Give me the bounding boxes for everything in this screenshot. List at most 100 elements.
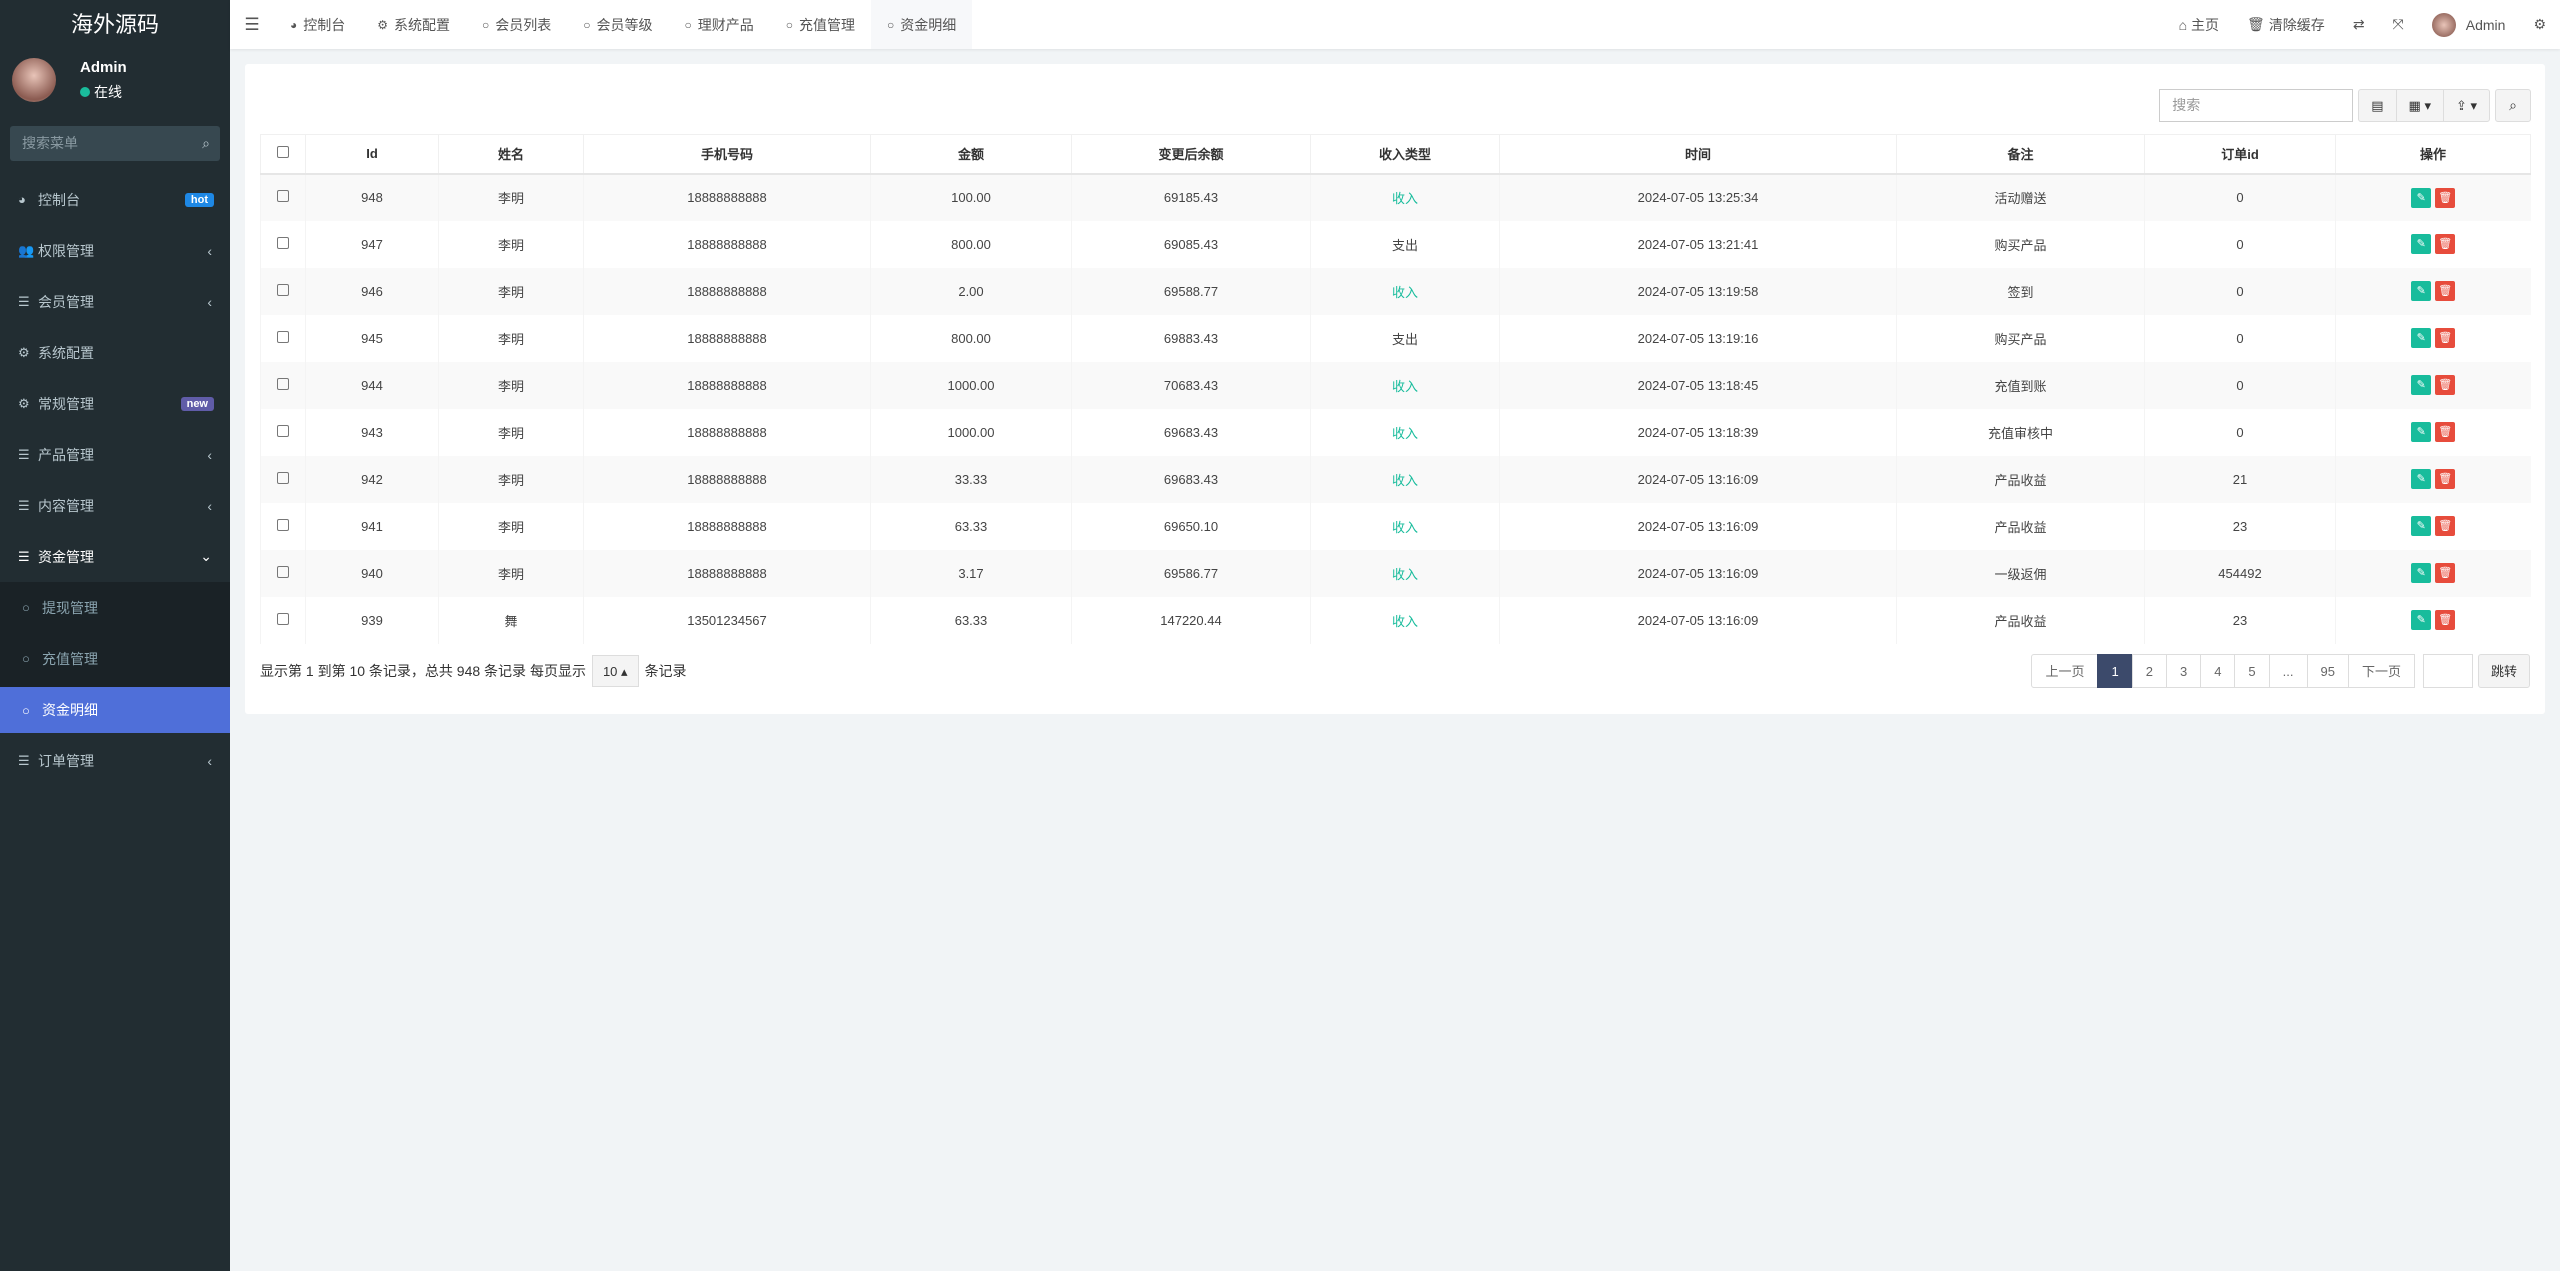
next-page-button[interactable]: 下一页 (2347, 654, 2415, 688)
fullscreen-icon[interactable]: ⤧ (2379, 16, 2418, 33)
column-header[interactable]: Id (305, 134, 439, 175)
table-search-input[interactable]: 搜索 (2159, 89, 2354, 122)
export-dropdown-icon[interactable]: ⇪ ▾ (2444, 90, 2489, 121)
delete-button[interactable]: 🗑 (2435, 375, 2456, 395)
menu-search-input[interactable]: 搜索菜单 ⌕ (10, 126, 220, 161)
prev-page-button[interactable]: 上一页 (2031, 654, 2099, 688)
pagination-summary: 显示第 1 到第 10 条记录，总共 948 条记录 每页显示 (260, 663, 586, 679)
page-button[interactable]: ... (2268, 654, 2308, 688)
delete-button[interactable]: 🗑 (2435, 234, 2456, 254)
pagination: 上一页 1 2 3 4 5... 95 下一页 跳转 (2031, 654, 2530, 688)
tab-1[interactable]: ⚙ 系统配置 (361, 0, 466, 49)
sidebar-item-7[interactable]: ☰ 资金管理 ⌄ (0, 531, 230, 582)
user-menu[interactable]: Admin (2418, 12, 2520, 37)
row-checkbox[interactable] (260, 502, 306, 550)
cell-name: 李明 (438, 502, 584, 550)
sidebar-item-0[interactable]: ◕ 控制台 hot (0, 174, 230, 225)
tab-2[interactable]: ○ 会员列表 (466, 0, 567, 49)
columns-dropdown-icon[interactable]: ▦ ▾ (2397, 90, 2444, 121)
translate-icon[interactable]: ⇄ (2339, 16, 2379, 33)
sidebar-item-1[interactable]: 👥 权限管理 ‹ (0, 225, 230, 276)
row-checkbox[interactable] (260, 173, 306, 221)
sidebar-item-2[interactable]: ☰ 会员管理 ‹ (0, 276, 230, 327)
edit-button[interactable]: ✎ (2411, 516, 2432, 536)
column-header[interactable]: 手机号码 (583, 134, 871, 175)
column-header[interactable]: 备注 (1896, 134, 2145, 175)
page-button[interactable]: 4 (2200, 654, 2236, 688)
column-header[interactable]: 时间 (1499, 134, 1897, 175)
delete-button[interactable]: 🗑 (2435, 187, 2456, 208)
sidebar-item-9[interactable]: ○ 充值管理 (0, 633, 230, 684)
jump-button[interactable]: 跳转 (2477, 654, 2530, 688)
tab-5[interactable]: ○ 充值管理 (770, 0, 871, 49)
edit-button[interactable]: ✎ (2411, 563, 2432, 583)
sidebar-item-8[interactable]: ○ 提现管理 (0, 582, 230, 633)
sidebar-item-6[interactable]: ☰ 内容管理 ‹ (0, 480, 230, 531)
row-checkbox[interactable] (260, 267, 306, 315)
search-icon[interactable]: ⌕ (202, 126, 210, 161)
row-checkbox[interactable] (260, 549, 306, 597)
trash-icon: 🗑 (2247, 16, 2265, 32)
home-icon: ⌂ (2178, 16, 2188, 33)
tab-6[interactable]: ○ 资金明细 (871, 0, 973, 49)
sidebar-item-5[interactable]: ☰ 产品管理 ‹ (0, 429, 230, 480)
clear-cache-button[interactable]: 🗑 清除缓存 (2233, 15, 2339, 35)
chevron-left-icon: ‹ (207, 752, 212, 769)
delete-button[interactable]: 🗑 (2435, 563, 2456, 583)
sidebar-item-11[interactable]: ☰ 订单管理 ‹ (0, 735, 230, 786)
column-header[interactable]: 收入类型 (1310, 134, 1500, 175)
sidebar-item-label: 资金管理 (38, 548, 94, 565)
menu-toggle-icon[interactable]: ☰ (230, 15, 274, 35)
chevron-left-icon: ‹ (207, 242, 212, 259)
tab-4[interactable]: ○ 理财产品 (669, 0, 770, 49)
column-header[interactable]: 金额 (870, 134, 1072, 175)
row-checkbox[interactable] (260, 596, 306, 644)
column-header[interactable]: 变更后余额 (1071, 134, 1311, 175)
edit-button[interactable]: ✎ (2411, 187, 2432, 208)
column-header[interactable]: 订单id (2144, 134, 2336, 175)
edit-button[interactable]: ✎ (2411, 234, 2432, 254)
sidebar-item-10[interactable]: ○ 资金明细 (0, 687, 230, 733)
row-checkbox[interactable] (260, 455, 306, 503)
delete-button[interactable]: 🗑 (2435, 422, 2456, 442)
home-label: 主页 (2191, 16, 2220, 33)
cell-name: 李明 (438, 314, 584, 362)
edit-button[interactable]: ✎ (2411, 375, 2432, 395)
column-header[interactable]: 操作 (2335, 134, 2531, 175)
search-icon[interactable]: ⌕ (2495, 89, 2531, 122)
submenu: ○ 提现管理 ○ 充值管理 ○ 资金明细 (0, 582, 230, 733)
edit-button[interactable]: ✎ (2411, 422, 2432, 442)
page-button[interactable]: 95 (2306, 654, 2349, 688)
row-checkbox[interactable] (260, 361, 306, 409)
edit-button[interactable]: ✎ (2411, 281, 2432, 301)
row-checkbox[interactable] (260, 220, 306, 268)
tab-3[interactable]: ○ 会员等级 (567, 0, 668, 49)
page-button[interactable]: 2 (2131, 654, 2167, 688)
page-button[interactable]: 1 (2097, 654, 2133, 688)
row-checkbox[interactable] (260, 408, 306, 456)
delete-button[interactable]: 🗑 (2435, 516, 2456, 536)
row-checkbox[interactable] (260, 314, 306, 362)
delete-button[interactable]: 🗑 (2435, 328, 2456, 348)
circle-icon: ○ (22, 702, 30, 718)
edit-button[interactable]: ✎ (2411, 610, 2432, 630)
page-size-select[interactable]: 10 ▴ (591, 655, 639, 687)
delete-button[interactable]: 🗑 (2435, 469, 2456, 489)
page-button[interactable]: 5 (2234, 654, 2270, 688)
edit-button[interactable]: ✎ (2411, 328, 2432, 348)
toggle-view-icon[interactable]: ▤ (2359, 90, 2397, 121)
select-all-checkbox[interactable] (260, 134, 306, 175)
sidebar-item-4[interactable]: ⚙ 常规管理 new (0, 378, 230, 429)
delete-button[interactable]: 🗑 (2435, 281, 2456, 301)
logo[interactable]: 海外源码 (0, 0, 230, 49)
edit-button[interactable]: ✎ (2411, 469, 2432, 489)
jump-page-input[interactable] (2422, 654, 2473, 688)
settings-gears-icon[interactable]: ⚙ (2519, 16, 2560, 33)
home-link[interactable]: ⌂ 主页 (2165, 15, 2233, 35)
sidebar-item-3[interactable]: ⚙ 系统配置 (0, 327, 230, 378)
delete-button[interactable]: 🗑 (2435, 610, 2456, 630)
tab-0[interactable]: ◕ 控制台 (274, 0, 361, 49)
column-header[interactable]: 姓名 (438, 134, 584, 175)
circle-icon: ○ (583, 17, 591, 32)
page-button[interactable]: 3 (2165, 654, 2202, 688)
